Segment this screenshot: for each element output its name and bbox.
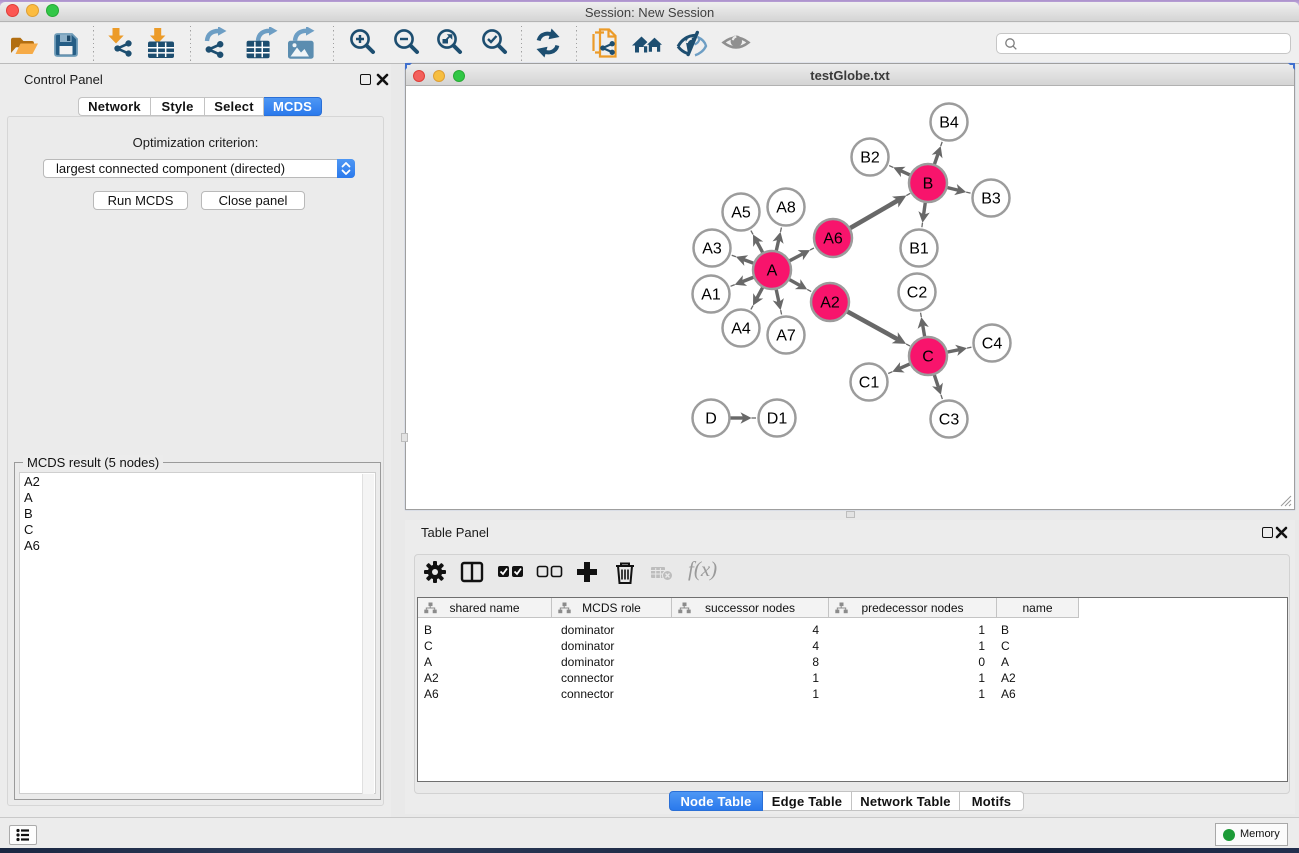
svg-text:A2: A2	[820, 295, 840, 312]
svg-text:C3: C3	[939, 412, 960, 429]
svg-text:B2: B2	[860, 150, 880, 167]
svg-text:A: A	[767, 263, 778, 280]
svg-text:B: B	[923, 176, 934, 193]
svg-text:A4: A4	[731, 321, 751, 338]
svg-text:A5: A5	[731, 205, 751, 222]
svg-text:A3: A3	[702, 241, 722, 258]
svg-text:D1: D1	[767, 411, 788, 428]
svg-text:C: C	[922, 349, 934, 366]
svg-text:B1: B1	[909, 241, 929, 258]
svg-text:B4: B4	[939, 115, 959, 132]
svg-text:D: D	[705, 411, 717, 428]
svg-text:A8: A8	[776, 200, 796, 217]
svg-text:A7: A7	[776, 328, 796, 345]
svg-text:C2: C2	[907, 285, 928, 302]
svg-text:A1: A1	[701, 287, 721, 304]
svg-text:B3: B3	[981, 191, 1001, 208]
svg-text:C4: C4	[982, 336, 1003, 353]
svg-text:C1: C1	[859, 375, 880, 392]
svg-text:A6: A6	[823, 231, 843, 248]
